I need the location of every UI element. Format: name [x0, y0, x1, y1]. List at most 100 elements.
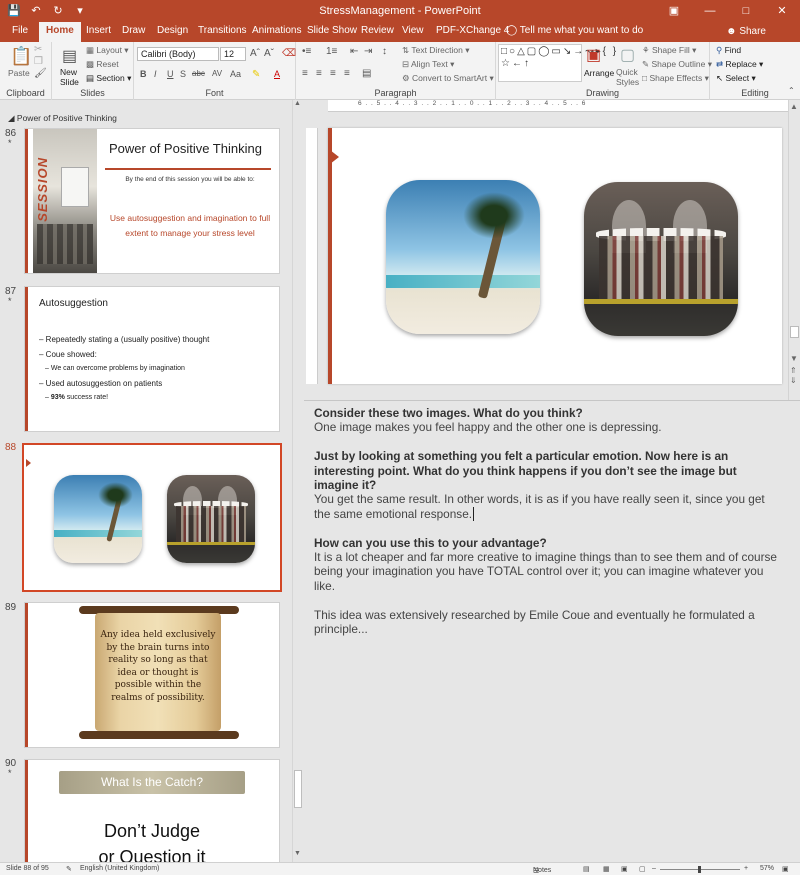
- strikethrough-button[interactable]: abc: [192, 69, 205, 78]
- slide-thumbnail-87[interactable]: Autosuggestion – Repeatedly stating a (u…: [24, 286, 280, 432]
- spelling-icon[interactable]: ✎: [66, 865, 72, 873]
- tab-pdf-xchange[interactable]: PDF-XChange 4: [436, 25, 509, 36]
- tab-insert[interactable]: Insert: [86, 25, 111, 36]
- quick-styles-button[interactable]: Quick Styles: [616, 67, 639, 87]
- align-center-icon[interactable]: ≡: [316, 68, 322, 79]
- zoom-slider-thumb[interactable]: [698, 866, 701, 873]
- zoom-level[interactable]: 57%: [760, 865, 774, 872]
- font-size-select[interactable]: 12: [220, 47, 246, 61]
- ribbon-display-icon[interactable]: ▣: [656, 0, 692, 22]
- scroll-up-icon[interactable]: ▲: [790, 102, 798, 111]
- bullets-icon[interactable]: •≡: [302, 46, 311, 57]
- clear-formatting-icon[interactable]: ⌫: [282, 48, 296, 59]
- tab-home[interactable]: Home: [39, 22, 81, 42]
- character-spacing-button[interactable]: AV: [212, 69, 222, 78]
- tab-animations[interactable]: Animations: [252, 25, 301, 36]
- cut-icon[interactable]: ✂: [34, 44, 42, 55]
- font-name-select[interactable]: Calibri (Body): [137, 47, 219, 61]
- zoom-out-icon[interactable]: –: [652, 865, 656, 872]
- zoom-in-icon[interactable]: +: [744, 865, 748, 872]
- shadow-button[interactable]: S: [180, 69, 186, 79]
- align-right-icon[interactable]: ≡: [330, 68, 336, 79]
- paste-icon[interactable]: 📋: [10, 46, 32, 67]
- scroll-down-icon[interactable]: ▼: [294, 850, 301, 857]
- highlight-icon[interactable]: ✎: [252, 69, 260, 80]
- beach-palm-image[interactable]: [386, 180, 540, 334]
- new-slide-icon[interactable]: ▤: [62, 46, 77, 66]
- normal-view-icon[interactable]: ▤: [583, 865, 590, 873]
- slide-thumbnail-90[interactable]: What Is the Catch? Don’t Judge or Questi…: [24, 759, 280, 862]
- notes-pane[interactable]: Consider these two images. What do you t…: [304, 400, 800, 862]
- line-spacing-icon[interactable]: ↕: [382, 46, 387, 57]
- tab-draw[interactable]: Draw: [122, 25, 145, 36]
- slide-sorter-icon[interactable]: ▦: [603, 865, 610, 873]
- section-button[interactable]: ▤ Section ▾: [86, 73, 131, 84]
- paste-button[interactable]: Paste: [8, 68, 30, 78]
- thumbnails-scrollbar[interactable]: ▲ ▼: [292, 100, 302, 862]
- layout-button[interactable]: ▦ Layout ▾: [86, 45, 129, 56]
- justify-icon[interactable]: ≡: [344, 68, 350, 79]
- shape-effects-button[interactable]: □ Shape Effects ▾: [642, 73, 709, 84]
- select-button[interactable]: ↖ Select ▾: [716, 73, 756, 84]
- slide-thumbnail-88[interactable]: [22, 443, 282, 592]
- tab-file[interactable]: File: [12, 25, 28, 36]
- reading-view-icon[interactable]: ▣: [621, 865, 628, 873]
- change-case-button[interactable]: Aa: [230, 69, 241, 79]
- previous-slide-icon[interactable]: ⇑: [790, 366, 797, 375]
- numbering-icon[interactable]: 1≡: [326, 46, 337, 57]
- shape-outline-button[interactable]: ✎ Shape Outline ▾: [642, 59, 712, 70]
- increase-font-icon[interactable]: Aˆ: [250, 48, 260, 59]
- scroll-down-icon[interactable]: ▼: [790, 354, 798, 363]
- tab-view[interactable]: View: [402, 25, 424, 36]
- collapse-section-icon[interactable]: ◢: [8, 113, 17, 123]
- close-icon[interactable]: ✕: [764, 0, 800, 22]
- convert-smartart-button[interactable]: ⚙ Convert to SmartArt ▾: [402, 73, 494, 84]
- columns-icon[interactable]: ▤: [362, 68, 371, 79]
- tab-review[interactable]: Review: [361, 25, 394, 36]
- format-painter-icon[interactable]: 🖌: [34, 68, 47, 79]
- tell-me-box[interactable]: ◯ Tell me what you want to do: [506, 25, 643, 36]
- text-direction-button[interactable]: ⇅ Text Direction ▾: [402, 45, 469, 56]
- font-color-button[interactable]: A: [274, 69, 280, 79]
- slide-thumbnail-89[interactable]: Any idea held exclusively by the brain t…: [24, 602, 280, 748]
- bold-button[interactable]: B: [140, 69, 147, 79]
- next-slide-icon[interactable]: ⇓: [790, 376, 797, 385]
- rainy-crowd-image[interactable]: [584, 182, 738, 336]
- align-text-button[interactable]: ⊟ Align Text ▾: [402, 59, 454, 70]
- shape-fill-label: Shape Fill: [651, 45, 690, 55]
- italic-button[interactable]: I: [154, 69, 157, 79]
- new-slide-button[interactable]: New Slide: [60, 67, 79, 87]
- underline-button[interactable]: U: [167, 69, 174, 79]
- scrollbar-thumb[interactable]: [790, 326, 799, 338]
- notes-text[interactable]: Consider these two images. What do you t…: [314, 406, 784, 651]
- shapes-gallery[interactable]: □○△▢◯▭↘→↝▸{ }☆←↑: [498, 44, 616, 82]
- arrange-icon[interactable]: ▣: [586, 45, 601, 65]
- arrange-button[interactable]: Arrange: [584, 68, 614, 78]
- align-left-icon[interactable]: ≡: [302, 68, 308, 79]
- scroll-up-icon[interactable]: ▲: [294, 100, 301, 107]
- decrease-font-icon[interactable]: Aˇ: [264, 48, 274, 59]
- slide-thumbnail-86[interactable]: SESSION Power of Positive Thinking By th…: [24, 128, 280, 274]
- shape-fill-button[interactable]: ⚘ Shape Fill ▾: [642, 45, 696, 56]
- decrease-indent-icon[interactable]: ⇤: [350, 46, 358, 57]
- increase-indent-icon[interactable]: ⇥: [364, 46, 372, 57]
- replace-button[interactable]: ⇄ Replace ▾: [716, 59, 763, 70]
- find-button[interactable]: ⚲ Find: [716, 45, 741, 56]
- slide-vertical-scrollbar[interactable]: ▲ ▼ ⇑ ⇓: [788, 100, 800, 400]
- reset-button[interactable]: ▩ Reset: [86, 59, 119, 70]
- tab-transitions[interactable]: Transitions: [198, 25, 247, 36]
- slideshow-view-icon[interactable]: ▢: [639, 865, 646, 873]
- fit-to-window-icon[interactable]: ▣: [782, 865, 789, 873]
- quick-styles-icon[interactable]: ▢: [620, 45, 635, 65]
- tab-design[interactable]: Design: [157, 25, 188, 36]
- minimize-icon[interactable]: —: [692, 0, 728, 22]
- section-header[interactable]: ◢ Power of Positive Thinking: [8, 113, 117, 124]
- current-slide[interactable]: [328, 128, 782, 384]
- scrollbar-thumb[interactable]: [294, 770, 302, 808]
- share-button[interactable]: ☻ Share: [726, 26, 766, 37]
- person-icon: ☻: [726, 26, 740, 37]
- language-indicator[interactable]: English (United Kingdom): [80, 865, 159, 872]
- maximize-icon[interactable]: □: [728, 0, 764, 22]
- tab-slide-show[interactable]: Slide Show: [307, 25, 357, 36]
- copy-icon[interactable]: ❐: [34, 56, 43, 67]
